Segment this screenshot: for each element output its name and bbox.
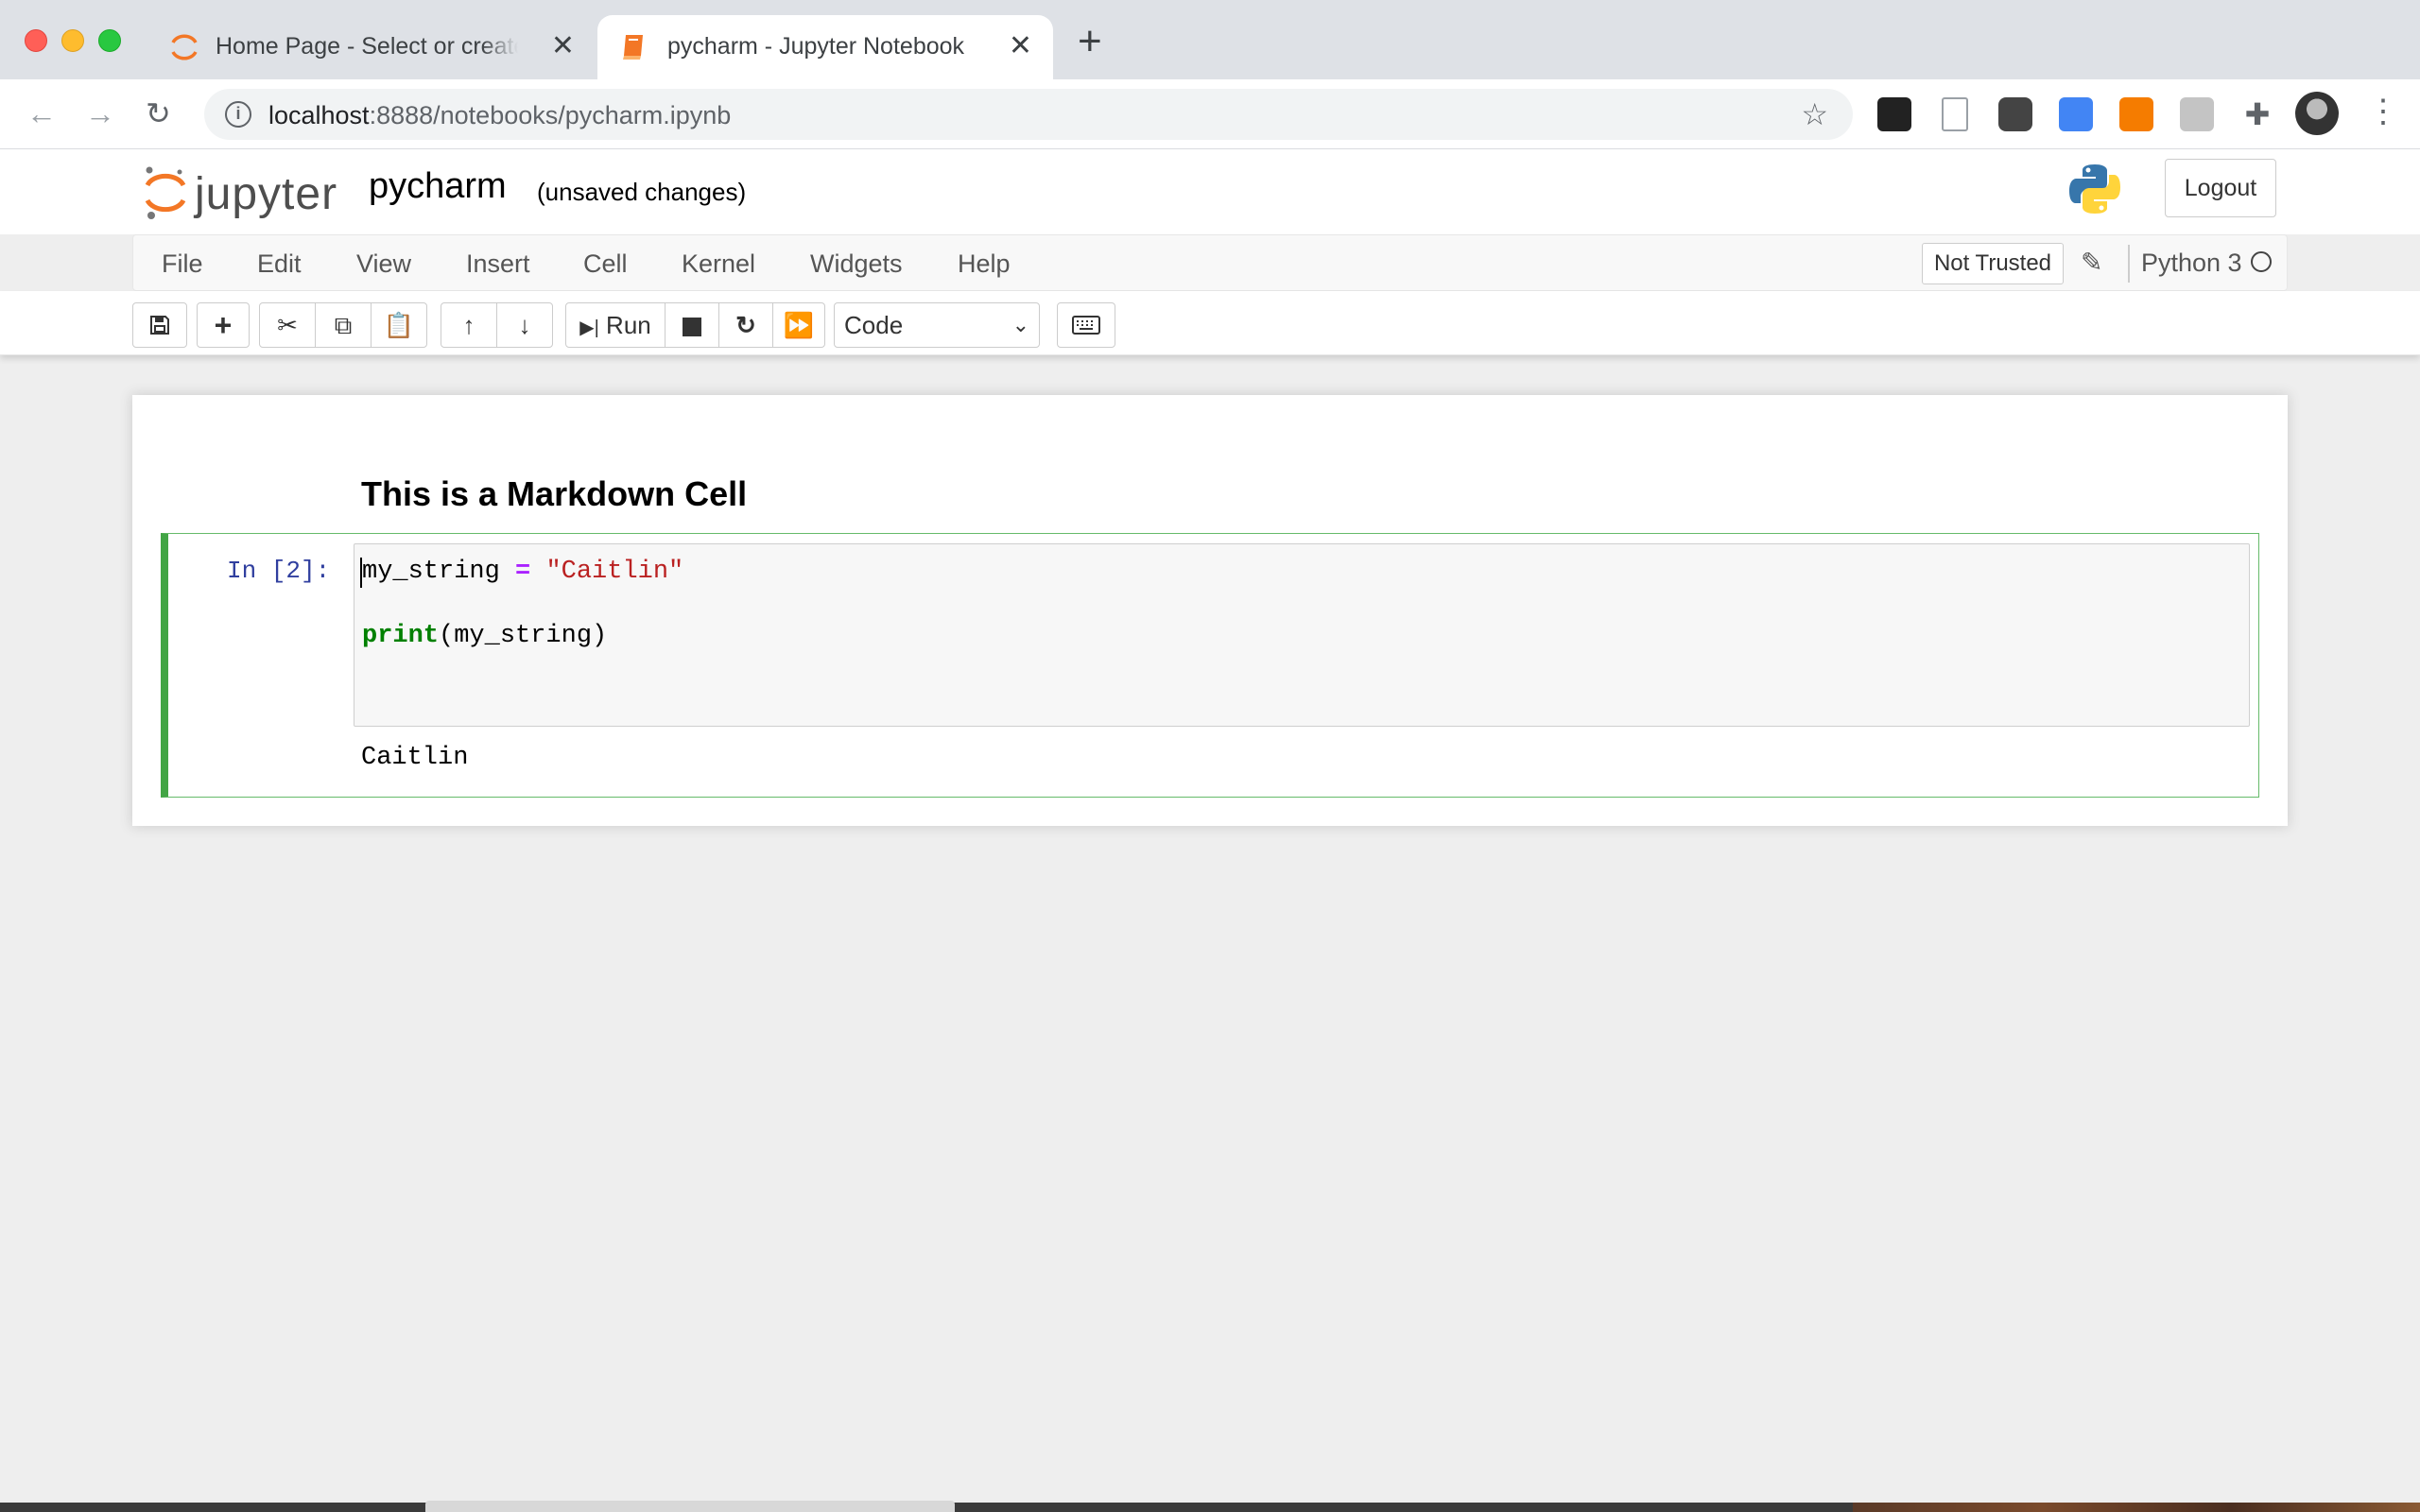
tab-title: Home Page - Select or create a notebook bbox=[216, 33, 518, 60]
save-button[interactable] bbox=[132, 302, 187, 348]
scissors-icon: ✂ bbox=[277, 311, 298, 339]
jupyter-logo-text: jupyter bbox=[195, 169, 338, 219]
chevron-down-icon: ⌄ bbox=[1011, 313, 1029, 336]
tab-home-page[interactable]: Home Page - Select or create a notebook … bbox=[151, 15, 596, 79]
code-cell-selected[interactable]: In [2]: my_string = "Caitlin" print(my_s… bbox=[161, 533, 2259, 798]
reload-icon[interactable]: ↻ bbox=[146, 98, 171, 129]
restart-run-all-button[interactable]: ⏩ bbox=[772, 302, 825, 348]
restart-icon: ↻ bbox=[735, 311, 756, 339]
paste-cell-button[interactable]: 📋 bbox=[371, 302, 427, 348]
code-builtin: print bbox=[362, 622, 440, 650]
tab-pycharm-notebook[interactable]: pycharm - Jupyter Notebook ✕ bbox=[597, 15, 1053, 79]
command-palette-button[interactable] bbox=[1057, 302, 1115, 348]
extension-grey-icon[interactable] bbox=[2180, 97, 2214, 131]
keyboard-icon bbox=[1072, 316, 1100, 335]
menu-help[interactable]: Help bbox=[958, 249, 1011, 279]
kernel-divider bbox=[2128, 245, 2130, 283]
code-string: "Caitlin" bbox=[545, 558, 684, 586]
run-cell-button[interactable]: ▶| Run bbox=[565, 302, 666, 348]
cell-type-value: Code bbox=[844, 311, 904, 339]
notebook-toolbar: + ✂ ⧉ 📋 ↑ ↓ ▶| Run ↻ ⏩ Code ⌄ bbox=[0, 291, 2420, 355]
copy-cell-button[interactable]: ⧉ bbox=[315, 302, 372, 348]
profile-avatar[interactable] bbox=[2295, 92, 2339, 135]
input-prompt: In [2]: bbox=[227, 557, 331, 585]
menu-widgets[interactable]: Widgets bbox=[810, 249, 903, 279]
cell-type-select[interactable]: Code ⌄ bbox=[834, 302, 1040, 348]
move-cell-down-button[interactable]: ↓ bbox=[496, 302, 553, 348]
browser-menu-icon[interactable]: ⋮ bbox=[2367, 93, 2399, 130]
jupyter-logo-icon bbox=[145, 166, 186, 219]
desktop-wallpaper-remnant bbox=[1853, 1503, 2420, 1512]
run-label: Run bbox=[606, 311, 651, 339]
url-text[interactable]: localhost:8888/notebooks/pycharm.ipynb bbox=[268, 101, 731, 130]
jupyter-header: jupyter pycharm (unsaved changes) Logout bbox=[0, 149, 2420, 234]
paste-icon: 📋 bbox=[383, 311, 415, 339]
new-tab-button[interactable]: + bbox=[1078, 21, 1102, 62]
tab-close-icon[interactable]: ✕ bbox=[1009, 32, 1032, 60]
menu-view[interactable]: View bbox=[356, 249, 411, 279]
code-variable: my_string bbox=[362, 558, 500, 586]
python-logo-icon bbox=[2069, 164, 2120, 214]
tab-title: pycharm - Jupyter Notebook bbox=[667, 33, 965, 60]
save-status: (unsaved changes) bbox=[537, 178, 747, 206]
window-minimize-button[interactable] bbox=[61, 29, 84, 52]
address-bar[interactable]: i localhost:8888/notebooks/pycharm.ipynb… bbox=[204, 89, 1853, 140]
menu-edit[interactable]: Edit bbox=[257, 249, 302, 279]
step-forward-icon: ▶| bbox=[579, 318, 599, 338]
notebook-menubar: File Edit View Insert Cell Kernel Widget… bbox=[132, 234, 2288, 291]
arrow-down-icon: ↓ bbox=[518, 311, 531, 339]
tab-close-icon[interactable]: ✕ bbox=[551, 32, 575, 60]
kernel-name[interactable]: Python 3 bbox=[2141, 249, 2242, 278]
menu-insert[interactable]: Insert bbox=[466, 249, 530, 279]
insert-cell-button[interactable]: + bbox=[197, 302, 250, 348]
window-zoom-button[interactable] bbox=[98, 29, 121, 52]
notebook-book-icon bbox=[623, 35, 643, 60]
menu-kernel[interactable]: Kernel bbox=[682, 249, 755, 279]
extension-calendar-icon[interactable] bbox=[2059, 97, 2093, 131]
logout-button[interactable]: Logout bbox=[2165, 159, 2276, 217]
edit-mode-pencil-icon: ✎ bbox=[2081, 248, 2103, 277]
menu-cell[interactable]: Cell bbox=[583, 249, 628, 279]
notebook-name[interactable]: pycharm bbox=[369, 166, 507, 207]
back-arrow-icon[interactable]: ← bbox=[26, 98, 57, 129]
copy-icon: ⧉ bbox=[334, 311, 353, 339]
url-path: :8888/notebooks/pycharm.ipynb bbox=[369, 101, 732, 129]
site-info-icon[interactable]: i bbox=[225, 101, 251, 128]
jupyter-logo[interactable]: jupyter bbox=[142, 161, 369, 223]
plus-icon: + bbox=[214, 308, 233, 342]
notebook-container: This is a Markdown Cell In [2]: my_strin… bbox=[132, 395, 2288, 826]
code-line: print(my_string) bbox=[362, 622, 607, 650]
cell-output: Caitlin bbox=[361, 744, 469, 772]
desktop-dock-remnant bbox=[0, 1501, 2420, 1512]
code-line: my_string = "Caitlin" bbox=[362, 558, 683, 586]
cut-cell-button[interactable]: ✂ bbox=[259, 302, 316, 348]
not-trusted-button[interactable]: Not Trusted bbox=[1922, 243, 2064, 284]
move-cell-up-button[interactable]: ↑ bbox=[441, 302, 497, 348]
jupyter-favicon-icon bbox=[171, 34, 198, 60]
url-host: localhost bbox=[268, 101, 370, 129]
stop-square-icon bbox=[683, 318, 701, 337]
code-editor[interactable]: my_string = "Caitlin" print(my_string) bbox=[354, 543, 2250, 727]
fast-forward-icon: ⏩ bbox=[783, 311, 815, 339]
bookmark-star-icon[interactable]: ☆ bbox=[1801, 96, 1828, 132]
menu-file[interactable]: File bbox=[162, 249, 203, 279]
markdown-cell-heading[interactable]: This is a Markdown Cell bbox=[361, 474, 747, 514]
extension-document-icon[interactable] bbox=[1942, 97, 1968, 131]
kernel-idle-indicator-icon bbox=[2251, 251, 2272, 272]
restart-kernel-button[interactable]: ↻ bbox=[718, 302, 773, 348]
arrow-up-icon: ↑ bbox=[462, 311, 475, 339]
window-close-button[interactable] bbox=[25, 29, 47, 52]
code-operator: = bbox=[515, 558, 531, 586]
interrupt-kernel-button[interactable] bbox=[665, 302, 719, 348]
browser-tab-strip: Home Page - Select or create a notebook … bbox=[0, 0, 2420, 79]
extension-lightbulb-icon[interactable] bbox=[1998, 97, 2032, 131]
code-call-args: (my_string) bbox=[439, 622, 608, 650]
extension-icon[interactable] bbox=[1877, 97, 1911, 131]
browser-toolbar: ← → ↻ i localhost:8888/notebooks/pycharm… bbox=[0, 79, 2420, 149]
save-floppy-icon bbox=[150, 316, 169, 335]
forward-arrow-icon[interactable]: → bbox=[85, 98, 115, 129]
dock-window-remnant bbox=[425, 1501, 955, 1512]
extensions-puzzle-icon[interactable]: ✚ bbox=[2240, 97, 2274, 131]
extension-chart-icon[interactable] bbox=[2119, 97, 2153, 131]
